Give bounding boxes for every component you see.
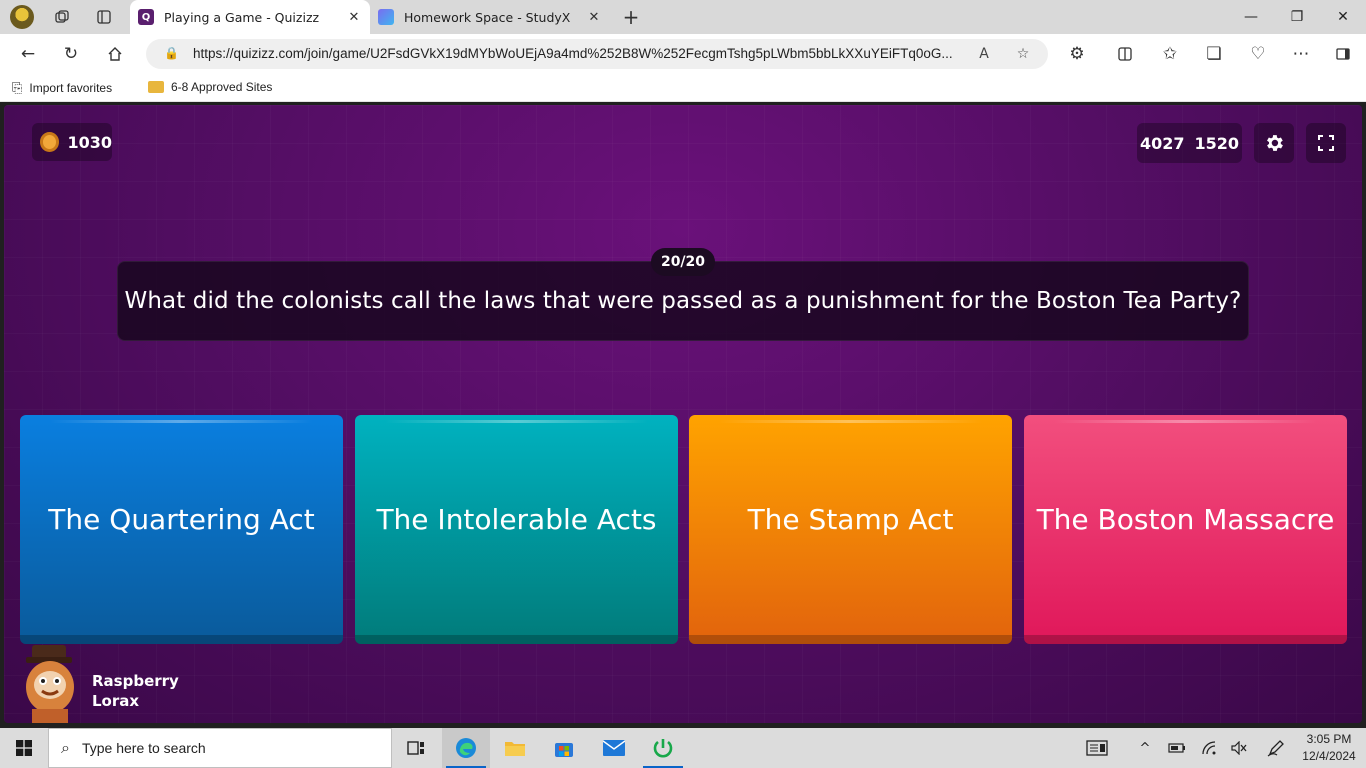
answer-option-3[interactable]: The Stamp Act — [689, 415, 1012, 644]
fullscreen-icon — [1318, 135, 1334, 151]
close-tab-icon[interactable]: ✕ — [584, 10, 604, 25]
lock-icon[interactable]: 🔒 — [164, 46, 179, 60]
split-screen-icon[interactable] — [1112, 42, 1138, 66]
tab-studyx[interactable]: Homework Space - StudyX ✕ — [370, 0, 610, 34]
taskbar-search-box[interactable]: ⌕ Type here to search — [48, 728, 392, 768]
import-favorites-link[interactable]: ⎘ Import favorites — [12, 80, 112, 96]
import-icon: ⎘ — [12, 80, 23, 95]
favorites-bar: ⎘ Import favorites 6-8 Approved Sites — [0, 74, 1366, 102]
coin-value: 1030 — [67, 132, 112, 152]
score-value-a: 4027 — [1139, 133, 1185, 153]
windows-taskbar: ⌕ Type here to search ^ 3:05 PM 12/4/202… — [0, 728, 1366, 768]
profile-avatar-icon[interactable] — [10, 5, 34, 29]
system-clock[interactable]: 3:05 PM 12/4/2024 — [1296, 731, 1362, 765]
pen-workspace-icon[interactable] — [1264, 728, 1288, 768]
workspaces-icon[interactable] — [50, 5, 74, 29]
battery-icon[interactable] — [1166, 728, 1188, 768]
approved-sites-folder[interactable]: 6-8 Approved Sites — [148, 80, 272, 94]
score-display: 4027 1520 — [1137, 123, 1242, 163]
score-value-b: 1520 — [1194, 133, 1240, 153]
coin-counter: 1030 — [32, 123, 112, 161]
question-text: What did the colonists call the laws tha… — [124, 288, 1242, 314]
sidebar-toggle-icon[interactable] — [1330, 42, 1356, 66]
back-icon[interactable]: ← — [15, 42, 41, 66]
edge-taskbar-icon[interactable] — [442, 728, 490, 768]
answer-option-1[interactable]: The Quartering Act — [20, 415, 343, 644]
folder-icon — [148, 81, 164, 93]
url-text: https://quizizz.com/join/game/U2FsdGVkX1… — [193, 46, 953, 61]
answer-label: The Quartering Act — [48, 503, 315, 536]
answer-label: The Boston Massacre — [1036, 503, 1335, 536]
collections-icon[interactable]: ❏ — [1201, 42, 1227, 66]
coin-icon — [40, 132, 60, 152]
tab-actions-icon[interactable] — [92, 5, 116, 29]
player-name-line1: Raspberry — [92, 672, 179, 690]
search-placeholder: Type here to search — [81, 740, 206, 756]
tab-title: Homework Space - StudyX — [404, 9, 571, 25]
microsoft-store-icon[interactable] — [540, 728, 588, 768]
tab-title: Playing a Game - Quizizz — [164, 9, 320, 25]
search-icon: ⌕ — [61, 738, 70, 757]
answer-label: The Intolerable Acts — [376, 503, 657, 536]
settings-button[interactable] — [1254, 123, 1294, 163]
studyx-favicon-icon — [378, 9, 394, 25]
answer-label: The Stamp Act — [747, 503, 954, 536]
gear-icon — [1267, 135, 1283, 151]
power-app-icon[interactable] — [639, 728, 687, 768]
clock-date: 12/4/2024 — [1302, 749, 1356, 763]
task-view-icon[interactable] — [392, 728, 440, 768]
refresh-icon[interactable]: ↻ — [58, 42, 84, 66]
fullscreen-button[interactable] — [1306, 123, 1346, 163]
volume-muted-icon[interactable] — [1228, 728, 1250, 768]
more-menu-icon[interactable]: ⋯ — [1288, 42, 1314, 66]
new-tab-icon[interactable]: + — [619, 5, 643, 29]
player-name-line2: Lorax — [92, 692, 140, 710]
file-explorer-icon[interactable] — [491, 728, 539, 768]
address-bar: ← ↻ 🔒 https://quizizz.com/join/game/U2Fs… — [0, 34, 1366, 74]
approved-sites-label: 6-8 Approved Sites — [171, 80, 273, 94]
mail-icon[interactable] — [590, 728, 638, 768]
start-button[interactable] — [0, 728, 48, 768]
close-window-icon[interactable]: ✕ — [1320, 0, 1366, 34]
browser-essentials-icon[interactable]: ♡ — [1245, 42, 1271, 66]
clock-time: 3:05 PM — [1306, 732, 1352, 746]
favorite-star-icon[interactable]: ☆ — [1012, 44, 1034, 64]
tab-quizizz[interactable]: Q Playing a Game - Quizizz ✕ — [130, 0, 370, 34]
import-favorites-label: Import favorites — [29, 81, 113, 95]
player-avatar — [26, 645, 74, 723]
minimize-icon[interactable]: — — [1228, 0, 1274, 34]
url-field[interactable]: 🔒 https://quizizz.com/join/game/U2FsdGVk… — [146, 39, 1048, 69]
answer-option-2[interactable]: The Intolerable Acts — [355, 415, 678, 644]
news-widget-icon[interactable] — [1084, 728, 1110, 768]
quizizz-favicon-icon: Q — [138, 9, 154, 25]
home-icon[interactable] — [102, 42, 128, 66]
windows-logo-icon — [16, 740, 32, 756]
show-hidden-icons-icon[interactable]: ^ — [1134, 728, 1156, 768]
extensions-icon[interactable]: ⚙ — [1064, 42, 1090, 66]
wifi-icon[interactable] — [1198, 728, 1220, 768]
question-counter: 20/20 — [651, 248, 715, 276]
quiz-game-area: 1030 4027 1520 20/20 What did the coloni… — [4, 105, 1362, 723]
close-tab-icon[interactable]: ✕ — [344, 10, 364, 25]
restore-icon[interactable]: ❐ — [1274, 0, 1320, 34]
browser-tab-bar: Q Playing a Game - Quizizz ✕ Homework Sp… — [0, 0, 1366, 34]
player-name: Raspberry Lorax — [92, 671, 179, 711]
read-aloud-icon[interactable]: A — [973, 44, 995, 64]
favorites-icon[interactable]: ✩ — [1157, 42, 1183, 66]
answer-option-4[interactable]: The Boston Massacre — [1024, 415, 1347, 644]
